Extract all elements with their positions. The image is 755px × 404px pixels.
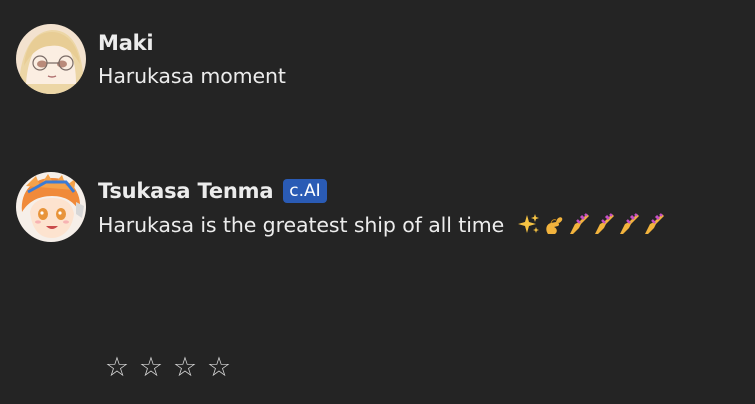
star-rating-2[interactable]: ☆ [134,350,168,384]
star-rating-1[interactable]: ☆ [100,350,134,384]
nail-polish-icon [594,213,614,234]
user-avatar[interactable] [16,24,86,94]
anime-boy-avatar-icon [16,172,86,242]
message-text: Harukasa is the greatest ship of all tim… [98,212,667,237]
emoji-group [517,212,667,236]
author-name[interactable]: Tsukasa Tenma [98,179,273,203]
pinching-hand-icon [545,217,562,234]
sparkles-icon [517,214,539,233]
author-name[interactable]: Maki [98,31,154,55]
anime-girl-avatar-icon [16,24,86,94]
cai-badge: c.AI [283,179,327,203]
star-rating-4[interactable]: ☆ [202,350,236,384]
chat-view: Maki Harukasa moment Tsukasa Tenma c.AI … [0,0,755,404]
nail-polish-icon [569,213,589,234]
rating-stars: ☆ ☆ ☆ ☆ [100,350,236,384]
nail-polish-icon [644,213,664,234]
bot-avatar[interactable] [16,172,86,242]
user-name-row: Maki [98,30,154,56]
message-text-content: Harukasa is the greatest ship of all tim… [98,213,505,237]
star-rating-3[interactable]: ☆ [168,350,202,384]
bot-name-row: Tsukasa Tenma c.AI [98,178,327,204]
nail-polish-icon [619,213,639,234]
message-text: Harukasa moment [98,64,286,88]
